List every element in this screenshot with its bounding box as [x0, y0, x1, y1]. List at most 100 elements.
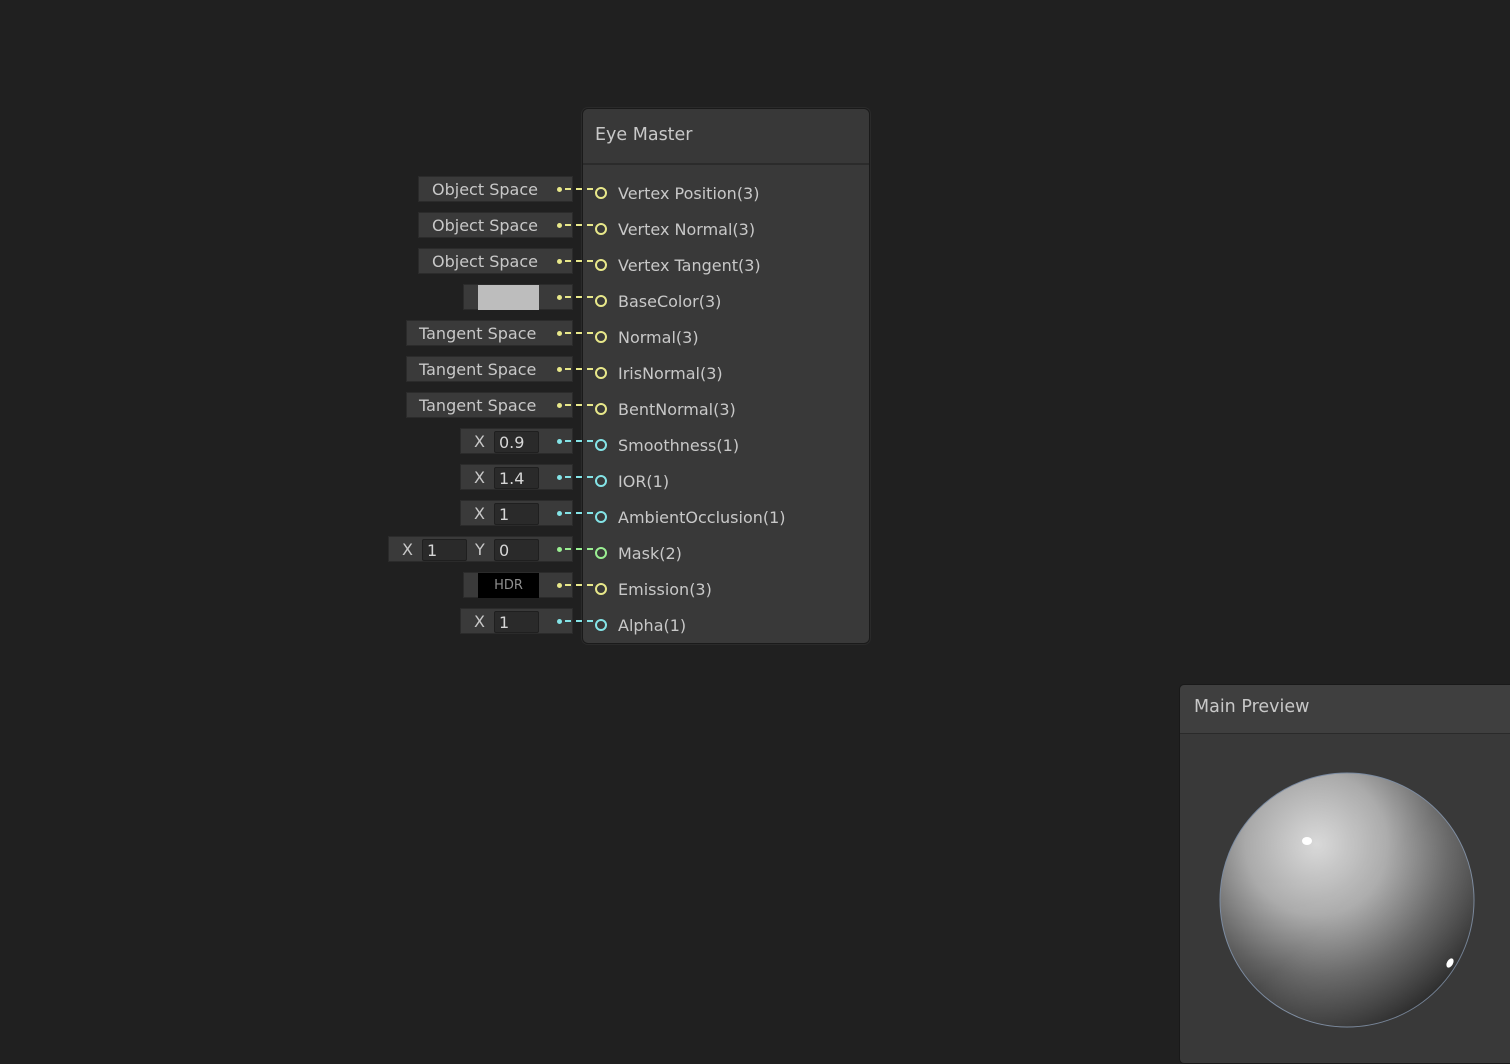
port-normal[interactable]: Normal(3) — [583, 325, 869, 361]
port-ambient-occlusion[interactable]: AmbientOcclusion(1) — [583, 505, 869, 541]
color-swatch[interactable] — [478, 285, 539, 310]
input-normal: Tangent Space — [406, 320, 601, 346]
port-label: Alpha(1) — [618, 616, 687, 635]
mask-y-value: 0 — [499, 541, 510, 560]
space-dropdown-value: Tangent Space — [419, 396, 537, 415]
input-vertex-position: Object Space — [418, 176, 598, 202]
connection-dot — [557, 583, 562, 588]
port-label: AmbientOcclusion(1) — [618, 508, 786, 527]
connection-wire — [565, 512, 593, 514]
axis-label: X — [474, 468, 485, 487]
input-iris-normal: Tangent Space — [406, 356, 601, 382]
connection-wire — [565, 584, 593, 586]
port-label: Mask(2) — [618, 544, 682, 563]
vector2-field: X 1 Y 0 — [388, 536, 573, 562]
connection-wire — [565, 620, 593, 622]
connection-wire — [565, 188, 593, 190]
port-label: Smoothness(1) — [618, 436, 740, 455]
port-emission[interactable]: Emission(3) — [583, 577, 869, 613]
port-base-color[interactable]: BaseColor(3) — [583, 289, 869, 325]
hdr-label: HDR — [494, 578, 523, 593]
space-dropdown[interactable]: Tangent Space — [406, 356, 573, 382]
connection-dot — [557, 259, 562, 264]
connection-dot — [557, 187, 562, 192]
space-dropdown[interactable]: Tangent Space — [406, 392, 573, 418]
port-label: Vertex Tangent(3) — [618, 256, 761, 275]
node-header[interactable]: Eye Master — [583, 109, 869, 165]
port-bent-normal[interactable]: BentNormal(3) — [583, 397, 869, 433]
connection-dot — [557, 403, 562, 408]
mask-x-value: 1 — [427, 541, 438, 560]
smoothness-value: 0.9 — [499, 433, 525, 452]
node-title: Eye Master — [595, 125, 693, 145]
port-label: Vertex Normal(3) — [618, 220, 756, 239]
ior-value: 1.4 — [499, 469, 525, 488]
connection-wire — [565, 368, 593, 370]
input-alpha: X 1 — [460, 608, 600, 634]
space-dropdown[interactable]: Tangent Space — [406, 320, 573, 346]
axis-label: X — [474, 504, 485, 523]
connection-dot — [557, 439, 562, 444]
port-vertex-tangent[interactable]: Vertex Tangent(3) — [583, 253, 869, 289]
axis-label-y: Y — [475, 540, 485, 559]
connection-wire — [565, 476, 593, 478]
smoothness-value-input[interactable]: 0.9 — [494, 431, 539, 453]
port-label: BaseColor(3) — [618, 292, 722, 311]
port-label: IOR(1) — [618, 472, 670, 491]
connection-wire — [565, 260, 593, 262]
input-bent-normal: Tangent Space — [406, 392, 601, 418]
port-label: Emission(3) — [618, 580, 712, 599]
main-preview-panel[interactable]: Main Preview — [1179, 684, 1510, 1064]
space-dropdown-value: Object Space — [432, 252, 538, 271]
input-ambient-occlusion: X 1 — [460, 500, 600, 526]
preview-title: Main Preview — [1194, 697, 1310, 717]
space-dropdown-value: Object Space — [432, 180, 538, 199]
connection-wire — [565, 548, 593, 550]
connection-wire — [565, 224, 593, 226]
connection-dot — [557, 475, 562, 480]
axis-label: X — [474, 432, 485, 451]
connection-wire — [565, 332, 593, 334]
port-ior[interactable]: IOR(1) — [583, 469, 869, 505]
space-dropdown[interactable]: Object Space — [418, 248, 573, 274]
port-label: Normal(3) — [618, 328, 699, 347]
port-label: BentNormal(3) — [618, 400, 736, 419]
connection-wire — [565, 440, 593, 442]
connection-dot — [557, 511, 562, 516]
connection-dot — [557, 295, 562, 300]
input-vertex-tangent: Object Space — [418, 248, 598, 274]
port-alpha[interactable]: Alpha(1) — [583, 613, 869, 649]
input-emission: HDR — [463, 572, 603, 598]
mask-y-input[interactable]: 0 — [494, 539, 539, 561]
connection-dot — [557, 547, 562, 552]
port-iris-normal[interactable]: IrisNormal(3) — [583, 361, 869, 397]
preview-sphere[interactable] — [1180, 733, 1510, 1063]
port-vertex-position[interactable]: Vertex Position(3) — [583, 181, 869, 217]
alpha-value: 1 — [499, 613, 510, 632]
space-dropdown[interactable]: Object Space — [418, 176, 573, 202]
port-smoothness[interactable]: Smoothness(1) — [583, 433, 869, 469]
space-dropdown-value: Object Space — [432, 216, 538, 235]
port-mask[interactable]: Mask(2) — [583, 541, 869, 577]
space-dropdown-value: Tangent Space — [419, 360, 537, 379]
connection-dot — [557, 223, 562, 228]
connection-dot — [557, 367, 562, 372]
input-ior: X 1.4 — [460, 464, 600, 490]
input-smoothness: X 0.9 — [460, 428, 600, 454]
port-label: Vertex Position(3) — [618, 184, 760, 203]
ambient-occlusion-value-input[interactable]: 1 — [494, 503, 539, 525]
space-dropdown-value: Tangent Space — [419, 324, 537, 343]
mask-x-input[interactable]: 1 — [422, 539, 467, 561]
space-dropdown[interactable]: Object Space — [418, 212, 573, 238]
input-base-color — [463, 284, 603, 310]
connection-dot — [557, 619, 562, 624]
port-vertex-normal[interactable]: Vertex Normal(3) — [583, 217, 869, 253]
ior-value-input[interactable]: 1.4 — [494, 467, 539, 489]
connection-dot — [557, 331, 562, 336]
preview-header[interactable]: Main Preview — [1180, 685, 1510, 734]
hdr-color-swatch[interactable]: HDR — [478, 573, 539, 598]
eye-master-node[interactable]: Eye Master Vertex Position(3) Vertex Nor… — [582, 108, 870, 644]
axis-label-x: X — [402, 540, 413, 559]
alpha-value-input[interactable]: 1 — [494, 611, 539, 633]
ambient-occlusion-value: 1 — [499, 505, 510, 524]
